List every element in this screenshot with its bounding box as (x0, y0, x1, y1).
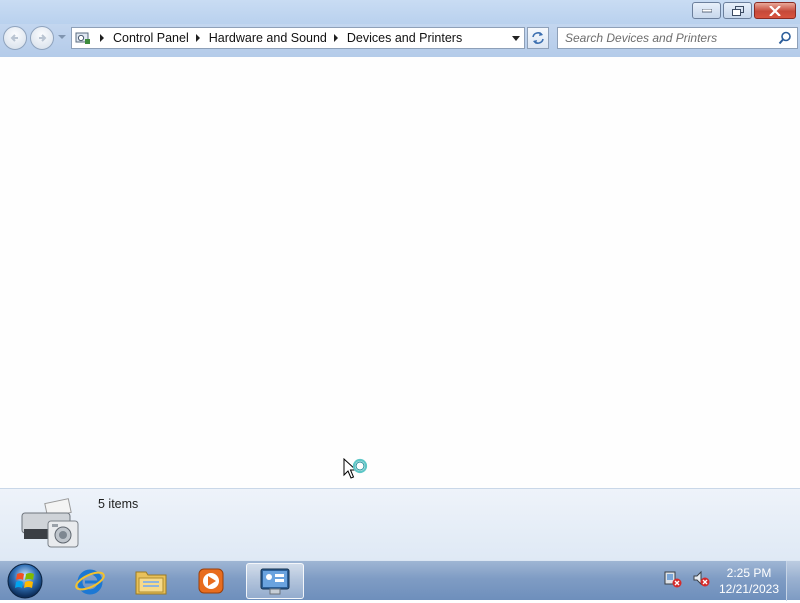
search-icon[interactable] (778, 31, 792, 45)
back-button[interactable] (3, 26, 27, 50)
system-clock[interactable]: 2:25 PM 12/21/2023 (712, 565, 786, 597)
refresh-icon (532, 32, 544, 44)
restore-icon (731, 5, 744, 16)
window-controls (690, 2, 796, 19)
taskbar-media-player[interactable] (184, 563, 238, 599)
media-player-icon (198, 568, 224, 594)
taskbar-devices-and-printers[interactable] (246, 563, 304, 599)
breadcrumb-separator[interactable] (100, 34, 104, 42)
volume-button[interactable] (690, 567, 712, 591)
breadcrumb-devices-and-printers[interactable]: Devices and Printers (347, 31, 462, 45)
search-input[interactable] (565, 29, 775, 47)
navigation-bar: Control Panel Hardware and Sound Devices… (0, 24, 800, 57)
busy-cursor-icon (343, 457, 371, 489)
item-count: 5 items (98, 497, 139, 511)
network-status-button[interactable] (662, 567, 684, 591)
control-panel-icon (75, 30, 93, 46)
minimize-button[interactable] (692, 2, 721, 19)
internet-explorer-icon (75, 569, 105, 595)
breadcrumb-separator[interactable] (195, 34, 200, 42)
clock-time: 2:25 PM (726, 566, 772, 580)
taskbar: 2:25 PM 12/21/2023 (0, 560, 800, 601)
notification-area (662, 567, 718, 591)
breadcrumb-hardware-and-sound[interactable]: Hardware and Sound (209, 31, 327, 45)
back-icon (10, 34, 18, 42)
volume-muted-icon (693, 570, 710, 587)
network-disconnected-icon (664, 571, 682, 588)
breadcrumb-control-panel[interactable]: Control Panel (113, 31, 189, 45)
close-icon (769, 5, 781, 16)
devices-printers-icon (16, 495, 82, 556)
file-explorer-icon (135, 571, 167, 595)
forward-icon (39, 34, 47, 42)
details-pane: 5 items (0, 488, 800, 560)
refresh-button[interactable] (527, 27, 549, 49)
start-button[interactable] (6, 562, 44, 600)
restore-button[interactable] (723, 2, 752, 19)
taskbar-internet-explorer[interactable] (63, 563, 117, 599)
breadcrumb-separator[interactable] (333, 34, 338, 42)
forward-button[interactable] (30, 26, 54, 50)
close-button[interactable] (754, 2, 796, 19)
address-bar[interactable]: Control Panel Hardware and Sound Devices… (71, 27, 525, 49)
title-bar (0, 0, 800, 24)
recent-pages-dropdown[interactable] (58, 35, 66, 39)
devices-list-area[interactable] (0, 57, 800, 488)
devices-printers-icon (260, 568, 290, 595)
minimize-icon (701, 8, 712, 12)
clock-date: 12/21/2023 (718, 582, 780, 596)
search-box[interactable] (557, 27, 798, 49)
show-desktop-button[interactable] (786, 561, 800, 601)
taskbar-file-explorer[interactable] (124, 563, 178, 599)
windows-start-icon (7, 563, 43, 599)
address-history-dropdown[interactable] (512, 36, 520, 41)
